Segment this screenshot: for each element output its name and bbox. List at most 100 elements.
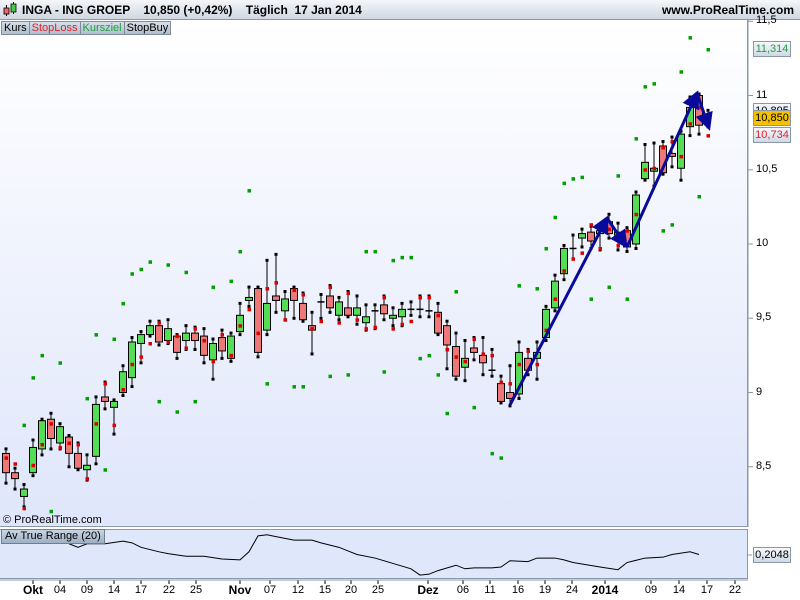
candle [29, 438, 37, 478]
stoploss-marker [337, 321, 341, 325]
candle [335, 295, 343, 322]
tab-stoploss[interactable]: StopLoss [28, 21, 81, 35]
wick-low-marker [553, 309, 557, 313]
date-tick-label: Okt [22, 583, 44, 597]
wick-high-marker [94, 395, 98, 399]
kursziel-marker [292, 385, 296, 389]
stoploss-marker [526, 349, 530, 353]
price-tick-label: 10 [756, 237, 769, 249]
wick-low-marker [535, 377, 539, 381]
wick-low-marker [679, 178, 683, 182]
atr-value-box: 0,2048 [753, 547, 791, 563]
date-tick-label: 22 [162, 584, 176, 596]
date-tick-label: 04 [53, 584, 67, 596]
date-tick-label: 20 [344, 584, 358, 596]
wick-low-marker [94, 462, 98, 466]
wick-low-marker [229, 359, 233, 363]
trend-arrow-up-2[interactable] [625, 90, 699, 248]
date-tick-label: 25 [189, 584, 203, 596]
tab-kursziel[interactable]: Kursziel [79, 21, 125, 35]
date-tick-label: 14 [107, 584, 121, 596]
candle-body-up [236, 314, 244, 333]
wick-high-marker [490, 347, 494, 351]
date-tick-label: 24 [565, 584, 579, 596]
stoploss-marker [562, 269, 566, 273]
wick-high-marker [355, 294, 359, 298]
candle [128, 336, 136, 389]
candle-body-up [389, 314, 397, 319]
kursziel-marker [445, 411, 449, 416]
stoploss-marker [22, 506, 26, 511]
tab-kurs[interactable]: Kurs [1, 21, 30, 35]
chart-canvas [0, 20, 753, 584]
wick-low-marker [625, 249, 629, 253]
wick-low-marker [112, 432, 116, 436]
wick-low-marker [463, 379, 467, 383]
kursziel-marker [706, 47, 710, 52]
candle-body-up [92, 403, 100, 457]
candle-body-down [173, 335, 181, 353]
wick-low-marker [670, 165, 674, 169]
wick-high-marker [67, 434, 71, 438]
stoploss-marker [661, 145, 665, 150]
stoploss-marker [445, 347, 449, 352]
kursziel-marker [49, 509, 53, 514]
stoploss-marker [157, 321, 161, 325]
wick-high-marker [499, 374, 503, 378]
candle-body-up [83, 464, 91, 471]
kursziel-marker [436, 373, 440, 377]
date-tick-label: 06 [456, 584, 470, 596]
kursziel-marker [85, 396, 89, 401]
wick-high-marker [265, 258, 269, 262]
wick-low-marker [4, 481, 8, 485]
wick-high-marker [616, 221, 620, 225]
price-marker-box: 11,314 [753, 40, 791, 57]
kursziel-marker [553, 215, 557, 220]
stoploss-marker [382, 295, 386, 300]
stoploss-marker [625, 229, 629, 233]
date-tick-label: 15 [318, 584, 332, 596]
wick-low-marker [382, 318, 386, 322]
stoploss-marker [220, 333, 224, 337]
wick-low-marker [31, 474, 35, 478]
kursziel-marker [544, 246, 548, 251]
stoploss-marker [517, 362, 521, 367]
stoploss-marker [706, 134, 710, 138]
wick-high-marker [148, 319, 152, 323]
candle [227, 331, 235, 363]
candle [38, 417, 46, 457]
wick-low-marker [562, 278, 566, 282]
date-tick-label: 22 [728, 584, 742, 596]
stoploss-marker [499, 380, 503, 385]
kursziel-marker [571, 177, 575, 181]
stoploss-marker [346, 291, 350, 296]
wick-low-marker [247, 304, 251, 308]
stoploss-marker [184, 346, 188, 350]
wick-low-marker [220, 356, 224, 360]
wick-low-marker [391, 324, 395, 328]
kursziel-marker [265, 382, 269, 386]
atr-indicator-label[interactable]: Av True Range (20) [1, 529, 105, 544]
tab-stopbuy[interactable]: StopBuy [123, 21, 172, 35]
stoploss-marker [13, 462, 17, 466]
wick-high-marker [643, 142, 647, 146]
candle-body-up [263, 302, 271, 331]
wick-high-marker [625, 226, 629, 230]
trend-arrow-up-1[interactable] [508, 215, 609, 406]
wick-low-marker [607, 236, 611, 240]
wick-low-marker [688, 134, 692, 138]
kursziel-marker [175, 410, 179, 414]
wick-low-marker [580, 245, 584, 249]
candle-body-up [209, 342, 217, 361]
candle [551, 273, 559, 313]
wick-high-marker [184, 324, 188, 328]
wick-high-marker [238, 301, 242, 305]
stoploss-marker [508, 382, 512, 386]
candle-body-up [164, 328, 172, 342]
stoploss-marker [40, 442, 44, 447]
candle [578, 227, 586, 249]
wick-low-marker [40, 453, 44, 457]
wick-high-marker [553, 273, 557, 277]
stoploss-marker [679, 154, 683, 159]
stoploss-marker [94, 422, 98, 426]
